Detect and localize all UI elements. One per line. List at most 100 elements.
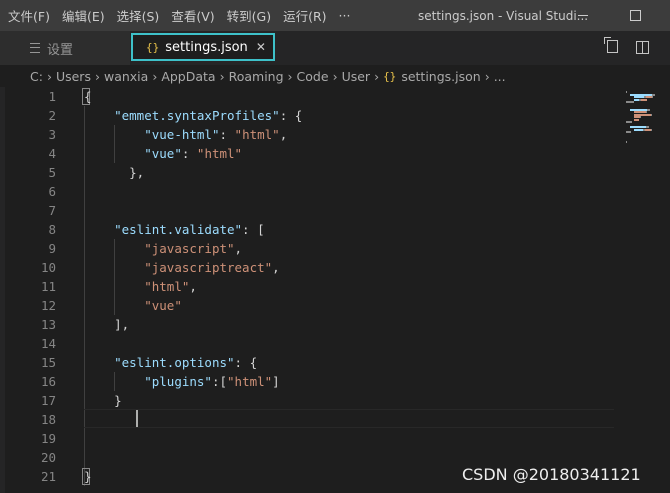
code-token: :[ (211, 374, 228, 389)
code-token: "plugins" (144, 374, 212, 389)
breadcrumb-item[interactable]: wanxia (104, 69, 148, 84)
code-token: "html" (144, 279, 190, 294)
code-token: "javascript" (144, 241, 235, 256)
chevron-right-icon: › (94, 68, 100, 84)
menu-go[interactable]: 转到(G) (221, 0, 277, 31)
code-token: ], (84, 317, 130, 332)
text-cursor (136, 410, 138, 427)
breadcrumb-item[interactable]: User (342, 69, 371, 84)
tab-label: settings.json (165, 39, 248, 55)
chevron-right-icon: › (484, 68, 490, 84)
tab-label: 设置 (47, 42, 74, 58)
code-token: "eslint.options" (114, 355, 235, 370)
tab-settings-json[interactable]: {} settings.json ✕ (131, 33, 275, 61)
code-line: ], (84, 315, 129, 334)
list-icon (30, 43, 40, 53)
code-token: } (84, 469, 92, 484)
chevron-right-icon: › (287, 68, 293, 84)
code-line: "plugins":["html"] (84, 372, 280, 391)
line-number: 21 (40, 469, 56, 484)
minimap-line (651, 113, 652, 116)
code-token: , (234, 241, 243, 256)
menu-bar: 文件(F) 编辑(E) 选择(S) 查看(V) 转到(G) 运行(R) ··· (0, 0, 356, 31)
breadcrumb-item[interactable]: C: (30, 69, 43, 84)
minimap-line (626, 101, 634, 103)
line-number: 4 (48, 146, 56, 161)
title-bar: 文件(F) 编辑(E) 选择(S) 查看(V) 转到(G) 运行(R) ··· … (0, 0, 670, 31)
line-number: 13 (40, 317, 56, 332)
menu-run[interactable]: 运行(R) (277, 0, 332, 31)
code-token: "javascriptreact" (144, 260, 273, 275)
code-line: "javascript", (84, 239, 242, 258)
breadcrumb-item[interactable]: settings.json (401, 69, 480, 84)
code-token: "vue" (144, 298, 182, 313)
split-editor-icon[interactable] (636, 41, 649, 54)
minimap-line (626, 141, 627, 143)
code-token: : { (279, 108, 303, 123)
chevron-right-icon: › (46, 68, 52, 84)
minimize-button[interactable] (560, 0, 606, 31)
line-number: 17 (40, 393, 56, 408)
code-line: "eslint.validate": [ (84, 220, 265, 239)
code-line: "vue-html": "html", (84, 125, 287, 144)
current-line-highlight (84, 409, 614, 428)
code-line: } (84, 467, 92, 486)
minimap[interactable] (618, 87, 662, 147)
code-token: { (84, 89, 92, 104)
menu-more[interactable]: ··· (333, 0, 357, 31)
close-icon[interactable]: ✕ (256, 40, 266, 54)
minimap-line (626, 91, 627, 93)
maximize-button[interactable] (612, 0, 658, 31)
json-braces-icon: {} (383, 69, 397, 83)
line-number: 14 (40, 336, 56, 351)
code-token: , (272, 260, 280, 275)
code-token: : [ (242, 222, 265, 237)
line-number: 20 (40, 450, 56, 465)
menu-file[interactable]: 文件(F) (2, 0, 56, 31)
maximize-icon (629, 10, 641, 21)
code-token: : (219, 127, 235, 142)
minimap-line (634, 128, 643, 131)
minimap-line (634, 118, 639, 121)
line-number: 18 (40, 412, 56, 427)
code-editor[interactable]: 1 2 3 4 5 6 7 8 9 10 11 12 13 14 15 16 17 18 19 20 21{ "emme… (0, 87, 670, 493)
code-token: "html" (234, 127, 280, 142)
watermark: CSDN @20180341121 (462, 465, 641, 484)
menu-selection[interactable]: 选择(S) (111, 0, 166, 31)
code-token: : { (234, 355, 258, 370)
breadcrumb: C: › Users › wanxia › AppData › Roaming … (0, 65, 670, 87)
line-number: 16 (40, 374, 56, 389)
code-line: "eslint.options": { (84, 353, 257, 372)
code-line: "vue" (84, 296, 182, 315)
open-settings-json-icon[interactable] (604, 37, 618, 53)
menu-edit[interactable]: 编辑(E) (56, 0, 111, 31)
code-line: } (84, 391, 122, 410)
minimap-line (647, 108, 650, 111)
breadcrumb-item[interactable]: AppData (161, 69, 215, 84)
breadcrumb-item[interactable]: Code (297, 69, 329, 84)
code-token: } (84, 393, 122, 408)
menu-view[interactable]: 查看(V) (165, 0, 220, 31)
code-token: ] (272, 374, 280, 389)
code-line: "javascriptreact", (84, 258, 280, 277)
code-line: "emmet.syntaxProfiles": { (84, 106, 302, 125)
chevron-right-icon: › (332, 68, 338, 84)
minimap-line (626, 131, 631, 133)
code-line: "html", (84, 277, 197, 296)
tab-settings[interactable]: 设置 (0, 31, 130, 65)
vertical-scrollbar[interactable] (662, 87, 670, 493)
line-number: 11 (40, 279, 56, 294)
breadcrumb-item[interactable]: Roaming (229, 69, 284, 84)
minimap-line (651, 128, 652, 131)
breadcrumb-item[interactable]: ... (494, 69, 506, 84)
line-number: 2 (48, 108, 56, 123)
line-number: 9 (48, 241, 56, 256)
breadcrumb-item[interactable]: Users (56, 69, 91, 84)
